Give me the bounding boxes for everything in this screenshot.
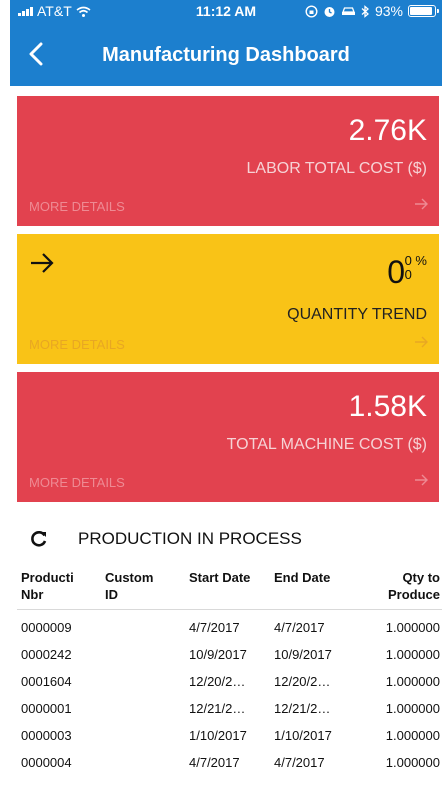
table-row[interactable]: 0000242 10/9/2017 10/9/2017 1.000000 <box>17 641 442 668</box>
cell-qty-to-produce: 1.000000 <box>385 647 440 662</box>
table-row[interactable]: 0001604 12/20/2… 12/20/2… 1.000000 <box>17 668 442 695</box>
table-row[interactable]: 0000001 12/21/2… 12/21/2… 1.000000 <box>17 695 442 722</box>
column-header-start-date[interactable]: Start Date <box>189 569 279 586</box>
cell-start-date: 4/7/2017 <box>189 620 240 635</box>
cell-start-date: 4/7/2017 <box>189 755 240 770</box>
cell-qty-to-produce: 1.000000 <box>385 620 440 635</box>
quantity-trend-value: 0 <box>387 254 405 290</box>
production-section-header: PRODUCTION IN PROCESS <box>30 527 302 551</box>
machine-cost-label: TOTAL MACHINE COST ($) <box>226 436 427 453</box>
machine-cost-tile[interactable]: 1.58K TOTAL MACHINE COST ($) MORE DETAIL… <box>17 372 439 502</box>
labor-cost-value: 2.76K <box>348 114 427 147</box>
battery-icon <box>408 5 439 17</box>
trend-arrow-icon <box>31 253 54 273</box>
cell-qty-to-produce: 1.000000 <box>385 674 440 689</box>
quantity-trend-percent: 0 % 0 <box>405 254 427 282</box>
table-row[interactable]: 0000009 4/7/2017 4/7/2017 1.000000 <box>17 614 442 641</box>
cell-end-date: 12/20/2… <box>274 674 331 689</box>
cell-qty-to-produce: 1.000000 <box>385 755 440 770</box>
cell-production-nbr: 0000001 <box>21 701 72 716</box>
alarm-icon <box>324 6 335 17</box>
refresh-icon[interactable] <box>30 530 48 548</box>
cell-end-date: 4/7/2017 <box>274 755 325 770</box>
column-header-production-nbr[interactable]: Producti Nbr <box>21 569 87 603</box>
arrow-right-icon[interactable] <box>413 334 429 350</box>
table-body: 0000009 4/7/2017 4/7/2017 1.000000 00002… <box>17 614 442 776</box>
quantity-trend-tile[interactable]: 0 0 % 0 QUANTITY TREND MORE DETAILS <box>17 234 439 364</box>
production-section-title: PRODUCTION IN PROCESS <box>78 529 302 548</box>
bluetooth-icon <box>361 4 369 18</box>
column-header-qty-to-produce[interactable]: Qty to Produce <box>362 569 440 603</box>
machine-cost-value: 1.58K <box>348 390 427 423</box>
quantity-more-details-link[interactable]: MORE DETAILS <box>29 337 125 352</box>
column-header-customer-id[interactable]: Custom ID <box>105 569 167 603</box>
cell-start-date: 12/21/2… <box>189 701 246 716</box>
cell-end-date: 4/7/2017 <box>274 620 325 635</box>
cell-production-nbr: 0000004 <box>21 755 72 770</box>
cell-production-nbr: 0001604 <box>21 674 72 689</box>
cell-start-date: 10/9/2017 <box>189 647 247 662</box>
arrow-right-icon[interactable] <box>413 472 429 488</box>
cell-production-nbr: 0000242 <box>21 647 72 662</box>
table-header-row: Producti Nbr Custom ID Start Date End Da… <box>17 564 442 610</box>
quantity-percent-text: 0 % <box>404 253 427 268</box>
cell-qty-to-produce: 1.000000 <box>385 728 440 743</box>
labor-cost-label: LABOR TOTAL COST ($) <box>246 160 428 177</box>
cell-start-date: 12/20/2… <box>189 674 246 689</box>
battery-percent: 93% <box>374 3 403 19</box>
page-title: Manufacturing Dashboard <box>102 44 350 66</box>
column-header-end-date[interactable]: End Date <box>274 569 354 586</box>
table-row[interactable]: 0000003 1/10/2017 1/10/2017 1.000000 <box>17 722 442 749</box>
cell-end-date: 10/9/2017 <box>274 647 332 662</box>
production-table: Producti Nbr Custom ID Start Date End Da… <box>17 564 442 776</box>
cell-start-date: 1/10/2017 <box>189 728 247 743</box>
table-row[interactable]: 0000004 4/7/2017 4/7/2017 1.000000 <box>17 749 442 776</box>
cell-qty-to-produce: 1.000000 <box>385 701 440 716</box>
car-icon <box>341 7 355 15</box>
machine-more-details-link[interactable]: MORE DETAILS <box>29 475 125 490</box>
cell-production-nbr: 0000009 <box>21 620 72 635</box>
cell-end-date: 1/10/2017 <box>274 728 332 743</box>
quantity-trend-label: QUANTITY TREND <box>287 306 427 323</box>
labor-cost-tile[interactable]: 2.76K LABOR TOTAL COST ($) MORE DETAILS <box>17 96 439 226</box>
labor-more-details-link[interactable]: MORE DETAILS <box>29 199 125 214</box>
quantity-percent-sub: 0 <box>404 267 412 282</box>
nav-bar: Manufacturing Dashboard <box>10 22 442 86</box>
status-bar: AT&T 11:12 AM 93% <box>10 0 442 22</box>
battery-fill <box>410 7 433 15</box>
arrow-right-icon[interactable] <box>413 196 429 212</box>
cell-production-nbr: 0000003 <box>21 728 72 743</box>
cell-end-date: 12/21/2… <box>274 701 331 716</box>
lock-rotation-icon <box>305 4 318 18</box>
